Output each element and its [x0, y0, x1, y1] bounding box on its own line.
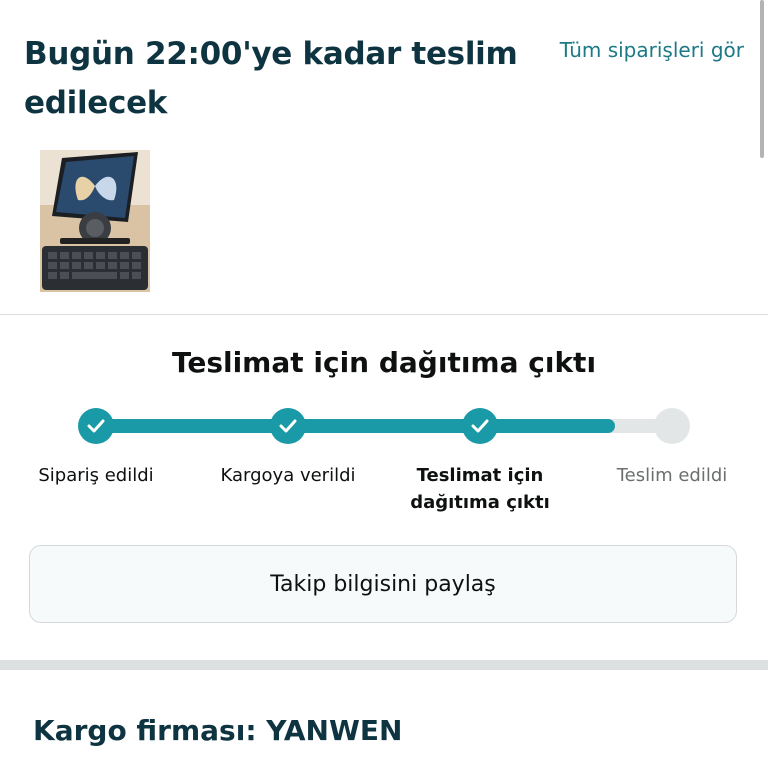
view-all-orders-link[interactable]: Tüm siparişleri gör [560, 38, 744, 62]
step-label-ordered: Sipariş edildi [38, 465, 154, 486]
section-divider [0, 314, 768, 315]
step-label-shipped: Kargoya verildi [220, 465, 356, 486]
tracking-status-title: Teslimat için dağıtıma çıktı [171, 346, 597, 379]
step-out-for-delivery-check-icon [462, 408, 498, 444]
delivery-estimate-title: Bugün 22:00'ye kadar teslim edilecek [24, 36, 518, 121]
section-separator [0, 660, 768, 670]
step-ordered-check-icon [78, 408, 114, 444]
scrollbar[interactable] [760, 0, 764, 158]
carrier-info: Kargo firması: YANWEN [33, 714, 403, 747]
share-tracking-button[interactable]: Takip bilgisini paylaş [29, 545, 737, 623]
product-image[interactable] [40, 150, 150, 292]
step-label-delivered: Teslim edildi [616, 465, 728, 486]
step-label-out-for-delivery: Teslimat için dağıtıma çıktı [410, 465, 550, 513]
step-shipped-check-icon [270, 408, 306, 444]
foldable-phone-keyboard-image [40, 150, 150, 292]
step-delivered-empty-icon [654, 408, 690, 444]
progress-track-fill [95, 419, 615, 433]
